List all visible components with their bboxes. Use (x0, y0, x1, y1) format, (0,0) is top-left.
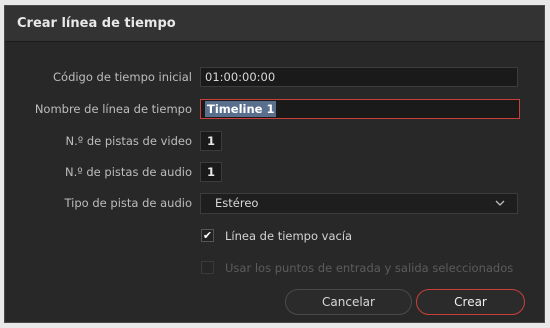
audio-tracks-input[interactable]: 1 (200, 162, 222, 182)
audio-tracks-label: N.º de pistas de audio (65, 165, 192, 179)
empty-timeline-checkbox[interactable]: ✔ (201, 229, 214, 242)
checkmark-icon: ✔ (202, 229, 213, 242)
empty-timeline-label: Línea de tiempo vacía (225, 229, 353, 243)
audio-track-type-label: Tipo de pista de audio (64, 196, 192, 210)
timecode-input[interactable]: 01:00:00:00 (200, 67, 518, 87)
audio-track-type-value: Estéreo (215, 196, 259, 210)
create-timeline-dialog: Crear línea de tiempo Código de tiempo i… (4, 5, 545, 323)
chevron-down-icon (495, 194, 505, 220)
video-tracks-label: N.º de pistas de video (65, 134, 193, 148)
use-in-out-checkbox[interactable] (201, 261, 214, 274)
dialog-title: Crear línea de tiempo (5, 6, 544, 42)
timeline-name-label: Nombre de línea de tiempo (34, 102, 192, 116)
cancel-button[interactable]: Cancelar (285, 289, 412, 315)
timeline-name-value: Timeline 1 (205, 101, 277, 117)
create-button[interactable]: Crear (416, 289, 525, 315)
audio-track-type-select[interactable]: Estéreo (200, 193, 518, 214)
timeline-name-input[interactable]: Timeline 1 (200, 99, 520, 119)
timecode-label: Código de tiempo inicial (53, 70, 192, 84)
video-tracks-input[interactable]: 1 (200, 131, 222, 151)
use-in-out-label: Usar los puntos de entrada y salida sele… (225, 261, 514, 275)
